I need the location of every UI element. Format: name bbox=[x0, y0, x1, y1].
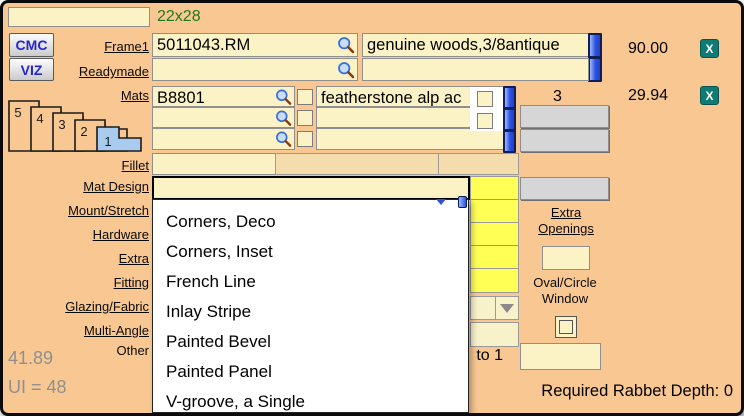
extra-openings-input[interactable] bbox=[542, 246, 590, 270]
mat3-checkbox[interactable] bbox=[297, 131, 313, 147]
mats-remove-button[interactable]: X bbox=[700, 86, 719, 105]
mat1-scrollbar-thumb[interactable] bbox=[503, 86, 516, 109]
readymade-description-field[interactable] bbox=[362, 58, 589, 81]
mat-layer-selector[interactable]: 5 4 3 2 1 bbox=[5, 95, 155, 157]
search-icon[interactable] bbox=[275, 131, 292, 148]
hardware-label[interactable]: Hardware bbox=[3, 227, 149, 242]
svg-text:1: 1 bbox=[104, 134, 111, 149]
mat1-checkbox[interactable] bbox=[297, 89, 313, 105]
mats-scrollbar[interactable] bbox=[503, 86, 516, 153]
mat1-description-value: featherstone alp ac bbox=[321, 89, 462, 107]
dropdown-item[interactable]: Painted Bevel bbox=[153, 327, 468, 357]
mat1-reverse-checkbox[interactable] bbox=[477, 91, 493, 107]
mat-thumb-1-selected[interactable]: 1 bbox=[96, 126, 142, 152]
extra-label[interactable]: Extra bbox=[3, 251, 149, 266]
svg-text:5: 5 bbox=[14, 105, 21, 120]
other-input[interactable] bbox=[520, 343, 601, 370]
fillet-field-3[interactable] bbox=[438, 153, 519, 175]
frame1-remove-button[interactable]: X bbox=[700, 39, 719, 58]
oval-circle-window-label: Oval/Circle Window bbox=[510, 275, 620, 307]
readymade-label[interactable]: Readymade bbox=[3, 64, 149, 79]
mat-extra-button-2[interactable] bbox=[520, 129, 609, 152]
frame-scrollbar-thumb[interactable] bbox=[588, 33, 602, 58]
extra-amount-cell[interactable] bbox=[470, 245, 519, 269]
mat1-code-input[interactable]: B8801 bbox=[152, 86, 295, 107]
frame1-description-value: genuine woods,3/8antique bbox=[367, 36, 560, 54]
mount-stretch-label[interactable]: Mount/Stretch bbox=[3, 203, 149, 218]
fillet-field-2[interactable] bbox=[275, 153, 439, 175]
dropdown-scroll-thumb[interactable] bbox=[458, 196, 467, 208]
dropdown-item[interactable]: Painted Panel bbox=[153, 357, 468, 387]
oval-circle-window-checkbox[interactable] bbox=[555, 316, 577, 338]
mat2-reverse-checkbox[interactable] bbox=[477, 113, 493, 129]
readymade-code-input[interactable] bbox=[152, 58, 358, 81]
fillet-label[interactable]: Fillet bbox=[3, 158, 149, 173]
search-icon[interactable] bbox=[337, 61, 355, 79]
fitting-label[interactable]: Fitting bbox=[3, 275, 149, 290]
dropdown-item[interactable]: V-groove, a Single bbox=[153, 387, 468, 413]
mat-extra-button-1[interactable] bbox=[520, 105, 609, 128]
glazing-fabric-label[interactable]: Glazing/Fabric bbox=[3, 299, 149, 314]
frame1-code-input[interactable]: 5011043.RM bbox=[152, 33, 358, 57]
search-icon[interactable] bbox=[275, 88, 292, 105]
mats-quantity: 3 bbox=[553, 88, 562, 105]
extra-openings-line1: Extra bbox=[550, 205, 582, 220]
frame1-label[interactable]: Frame1 bbox=[3, 39, 149, 54]
oval-circle-line2: Window bbox=[541, 291, 589, 306]
svg-text:3: 3 bbox=[58, 117, 65, 132]
order-size-input[interactable] bbox=[8, 7, 150, 27]
mat-design-input[interactable] bbox=[152, 176, 470, 200]
dimensions-text: 22x28 bbox=[157, 8, 201, 25]
svg-text:2: 2 bbox=[80, 124, 87, 139]
search-icon[interactable] bbox=[275, 109, 292, 126]
dropdown-item[interactable]: French Line bbox=[153, 267, 468, 297]
dropdown-scroll-arrow-icon[interactable] bbox=[436, 199, 446, 205]
readymade-scrollbar-thumb[interactable] bbox=[588, 57, 602, 82]
oval-circle-line1: Oval/Circle bbox=[533, 275, 597, 290]
extra-openings-line2: Openings bbox=[538, 221, 594, 236]
search-icon[interactable] bbox=[337, 36, 355, 54]
mat-design-button[interactable] bbox=[520, 177, 609, 200]
rabbet-depth-text: Required Rabbet Depth: 0 bbox=[541, 382, 733, 400]
work-order-window: 22x28 CMC VIZ Frame1 Readymade Mats Fill… bbox=[0, 0, 744, 416]
mat-design-amount-cell[interactable] bbox=[470, 176, 519, 200]
glazing-amount-cell[interactable] bbox=[470, 296, 496, 320]
mount-stretch-amount-cell[interactable] bbox=[470, 199, 519, 223]
mat2-checkbox[interactable] bbox=[297, 110, 313, 126]
oval-circle-window-checkbox-inner bbox=[559, 320, 573, 334]
multi-angle-amount-cell[interactable] bbox=[470, 322, 519, 347]
svg-text:4: 4 bbox=[36, 111, 43, 126]
mat2-scrollbar-thumb[interactable] bbox=[503, 108, 516, 131]
multi-angle-label[interactable]: Multi-Angle bbox=[3, 323, 149, 338]
frame1-description-field[interactable]: genuine woods,3/8antique bbox=[362, 33, 589, 57]
fillet-field-1[interactable] bbox=[152, 153, 276, 175]
mat-design-label[interactable]: Mat Design bbox=[3, 179, 149, 194]
mat-design-dropdown: Corners, Deco Corners, Inset French Line… bbox=[152, 199, 469, 413]
dropdown-item[interactable]: Corners, Deco bbox=[153, 207, 468, 237]
frame1-code-value: 5011043.RM bbox=[157, 36, 251, 54]
dropdown-item[interactable]: Corners, Inset bbox=[153, 237, 468, 267]
extra-openings-link[interactable]: Extra Openings bbox=[520, 205, 612, 237]
dropdown-item[interactable]: Inlay Stripe bbox=[153, 297, 468, 327]
mats-price: 29.94 bbox=[627, 87, 668, 104]
mat3-code-input[interactable] bbox=[152, 128, 295, 150]
hardware-amount-cell[interactable] bbox=[470, 222, 519, 246]
mat2-code-input[interactable] bbox=[152, 107, 295, 128]
united-inches: UI = 48 bbox=[8, 377, 67, 397]
frame1-price: 90.00 bbox=[627, 40, 668, 57]
price-total: 41.89 bbox=[8, 348, 54, 368]
frame-scrollbar[interactable] bbox=[588, 33, 602, 82]
mat3-description-field[interactable] bbox=[316, 128, 506, 150]
mat1-code-value: B8801 bbox=[157, 89, 205, 107]
mat3-scrollbar-thumb[interactable] bbox=[503, 130, 516, 153]
